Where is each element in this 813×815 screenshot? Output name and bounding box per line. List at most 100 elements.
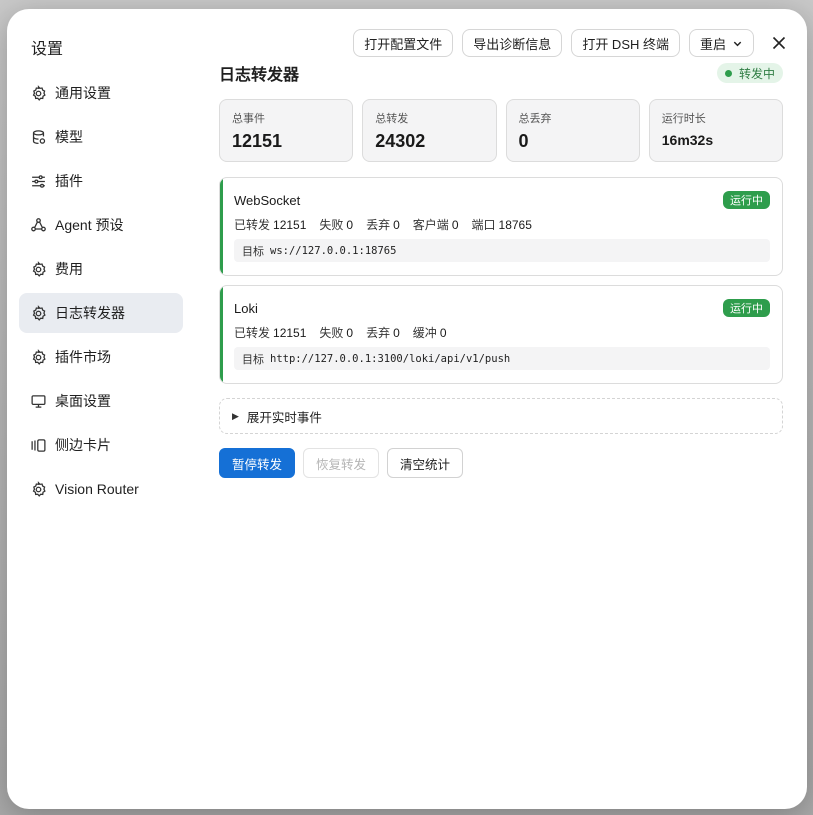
forwarder-name: WebSocket	[234, 192, 301, 208]
gear-icon	[30, 84, 47, 102]
close-icon[interactable]	[765, 29, 793, 57]
stat-value: 12151	[273, 326, 307, 340]
stat-value: 0	[393, 218, 400, 232]
sidebar-item-label: 模型	[55, 129, 83, 145]
pause-forwarding-button[interactable]: 暂停转发	[219, 448, 296, 478]
sidebar-item-label: Agent 预设	[55, 217, 124, 233]
forwarder-stats: 已转发 12151 失败 0 丢弃 0 缓冲 0	[234, 324, 770, 341]
stat-card-total-forwarded: 总转发 24302	[362, 99, 497, 162]
forwarder-card-websocket: WebSocket 运行中 已转发 12151 失败 0 丢弃 0 客户端 0 端口 18…	[219, 177, 783, 276]
stat-label: 总转发	[375, 113, 409, 125]
open-terminal-button[interactable]: 打开 DSH 终端	[571, 29, 680, 57]
forwarder-header: WebSocket 运行中	[234, 190, 770, 210]
sidebar-item-label: 桌面设置	[55, 393, 111, 409]
forwarder-card-loki: Loki 运行中 已转发 12151 失败 0 丢弃 0 缓冲 0 目标 http://…	[219, 285, 783, 384]
forwarder-stats: 已转发 12151 失败 0 丢弃 0 客户端 0 端口 18765	[234, 216, 770, 233]
stat-label: 已转发	[234, 218, 271, 232]
export-diagnostics-button[interactable]: 导出诊断信息	[462, 29, 563, 57]
chevron-down-icon	[732, 38, 743, 49]
gear-icon	[30, 348, 47, 366]
status-dot-icon	[724, 69, 732, 77]
stats-row: 总事件 12151 总转发 24302 总丢弃 0 运行时长 16m32s	[219, 99, 783, 162]
stat-value: 18765	[498, 218, 532, 232]
sidebar-item-plugins[interactable]: 插件	[19, 161, 183, 201]
resume-forwarding-button[interactable]: 恢复转发	[303, 448, 380, 478]
forwarder-target: 目标 http://127.0.0.1:3100/loki/api/v1/pus…	[234, 347, 770, 370]
gear-icon	[30, 304, 47, 322]
page-title: 日志转发器	[219, 67, 300, 84]
status-badge: 转发中	[716, 63, 783, 83]
stat-label: 丢弃	[366, 326, 391, 340]
restart-dropdown-button[interactable]: 重启	[688, 29, 754, 57]
main-panel: 日志转发器 转发中 总事件 12151 总转发 24302 总丢弃 0 运行时长…	[219, 61, 783, 478]
sidebar-item-vision-router[interactable]: Vision Router	[19, 469, 183, 509]
running-badge: 运行中	[723, 191, 770, 209]
sidebar-item-agent-presets[interactable]: Agent 预设	[19, 205, 183, 245]
sidebar-title: 设置	[31, 41, 64, 58]
stat-card-total-events: 总事件 12151	[219, 99, 354, 162]
toolbar: 打开配置文件 导出诊断信息 打开 DSH 终端 重启	[353, 29, 793, 57]
sidebar-item-label: 日志转发器	[55, 305, 125, 321]
sidebar-item-label: 侧边卡片	[55, 437, 111, 453]
sidebar-item-side-cards[interactable]: 侧边卡片	[19, 425, 183, 465]
target-url: http://127.0.0.1:3100/loki/api/v1/push	[270, 352, 511, 365]
sidebar-item-label: 费用	[55, 261, 83, 277]
clear-stats-button[interactable]: 清空统计	[387, 448, 464, 478]
forwarder-stat: 失败 0	[319, 216, 353, 233]
agent-icon	[30, 217, 47, 234]
stat-value: 24302	[375, 131, 426, 151]
forwarder-stat: 已转发 12151	[234, 324, 306, 341]
stat-card-total-dropped: 总丢弃 0	[505, 99, 640, 162]
stat-value: 0	[439, 326, 447, 340]
sidebar-item-log-forwarder[interactable]: 日志转发器	[19, 293, 183, 333]
sidebar-item-desktop-settings[interactable]: 桌面设置	[19, 381, 183, 421]
sidebar-item-models[interactable]: 模型	[19, 117, 183, 157]
sidebar-item-label: 插件市场	[55, 349, 111, 365]
database-icon	[30, 129, 47, 146]
forwarder-stat: 端口 18765	[472, 216, 532, 233]
forwarder-stat: 失败 0	[319, 324, 353, 341]
sidebar-item-costs[interactable]: 费用	[19, 249, 183, 289]
forwarder-stat: 已转发 12151	[234, 216, 306, 233]
sidebar: 设置 通用设置 模型 插件 Agent 预设 费用 日志转发器 插件市场 桌面设…	[7, 9, 197, 809]
stat-label: 已转发	[234, 326, 271, 340]
sliders-icon	[30, 173, 47, 190]
stat-value: 0	[393, 326, 400, 340]
open-config-button[interactable]: 打开配置文件	[353, 29, 454, 57]
stat-value: 0	[518, 131, 529, 151]
gear-icon	[30, 260, 47, 278]
monitor-icon	[30, 393, 47, 410]
gear-icon	[30, 480, 47, 498]
forwarder-stat: 丢弃 0	[366, 216, 400, 233]
sidebar-item-label: 插件	[55, 173, 83, 189]
forwarder-header: Loki 运行中	[234, 298, 770, 318]
running-badge: 运行中	[723, 299, 770, 317]
stat-value: 16m32s	[661, 132, 714, 148]
sidebar-item-label: 通用设置	[55, 85, 111, 101]
restart-label: 重启	[699, 36, 726, 52]
forwarder-stat: 缓冲 0	[413, 324, 447, 341]
target-url: ws://127.0.0.1:18765	[270, 244, 397, 257]
stat-value: 12151	[232, 131, 283, 151]
target-label: 目标	[242, 353, 264, 366]
stat-label: 缓冲	[412, 326, 437, 340]
settings-dialog: 设置 通用设置 模型 插件 Agent 预设 费用 日志转发器 插件市场 桌面设…	[7, 9, 807, 809]
forwarder-stat: 客户端 0	[413, 216, 459, 233]
stat-label: 失败	[319, 326, 344, 340]
stat-value: 0	[346, 218, 354, 232]
stat-card-uptime: 运行时长 16m32s	[648, 99, 783, 162]
page-header: 日志转发器 转发中	[219, 61, 783, 85]
stat-value: 0	[346, 326, 354, 340]
sidebar-item-general[interactable]: 通用设置	[19, 73, 183, 113]
live-events-expander[interactable]: ▶ 展开实时事件	[219, 398, 783, 434]
stat-label: 运行时长	[661, 113, 706, 125]
stat-label: 失败	[319, 218, 344, 232]
stat-label: 总事件	[232, 113, 265, 125]
stat-label: 端口	[471, 218, 496, 232]
sidebar-item-plugin-market[interactable]: 插件市场	[19, 337, 183, 377]
target-label: 目标	[242, 245, 264, 258]
expander-label: 展开实时事件	[246, 410, 322, 425]
caret-right-icon: ▶	[232, 410, 239, 421]
forwarder-target: 目标 ws://127.0.0.1:18765	[234, 239, 770, 262]
forwarder-name: Loki	[234, 300, 258, 316]
